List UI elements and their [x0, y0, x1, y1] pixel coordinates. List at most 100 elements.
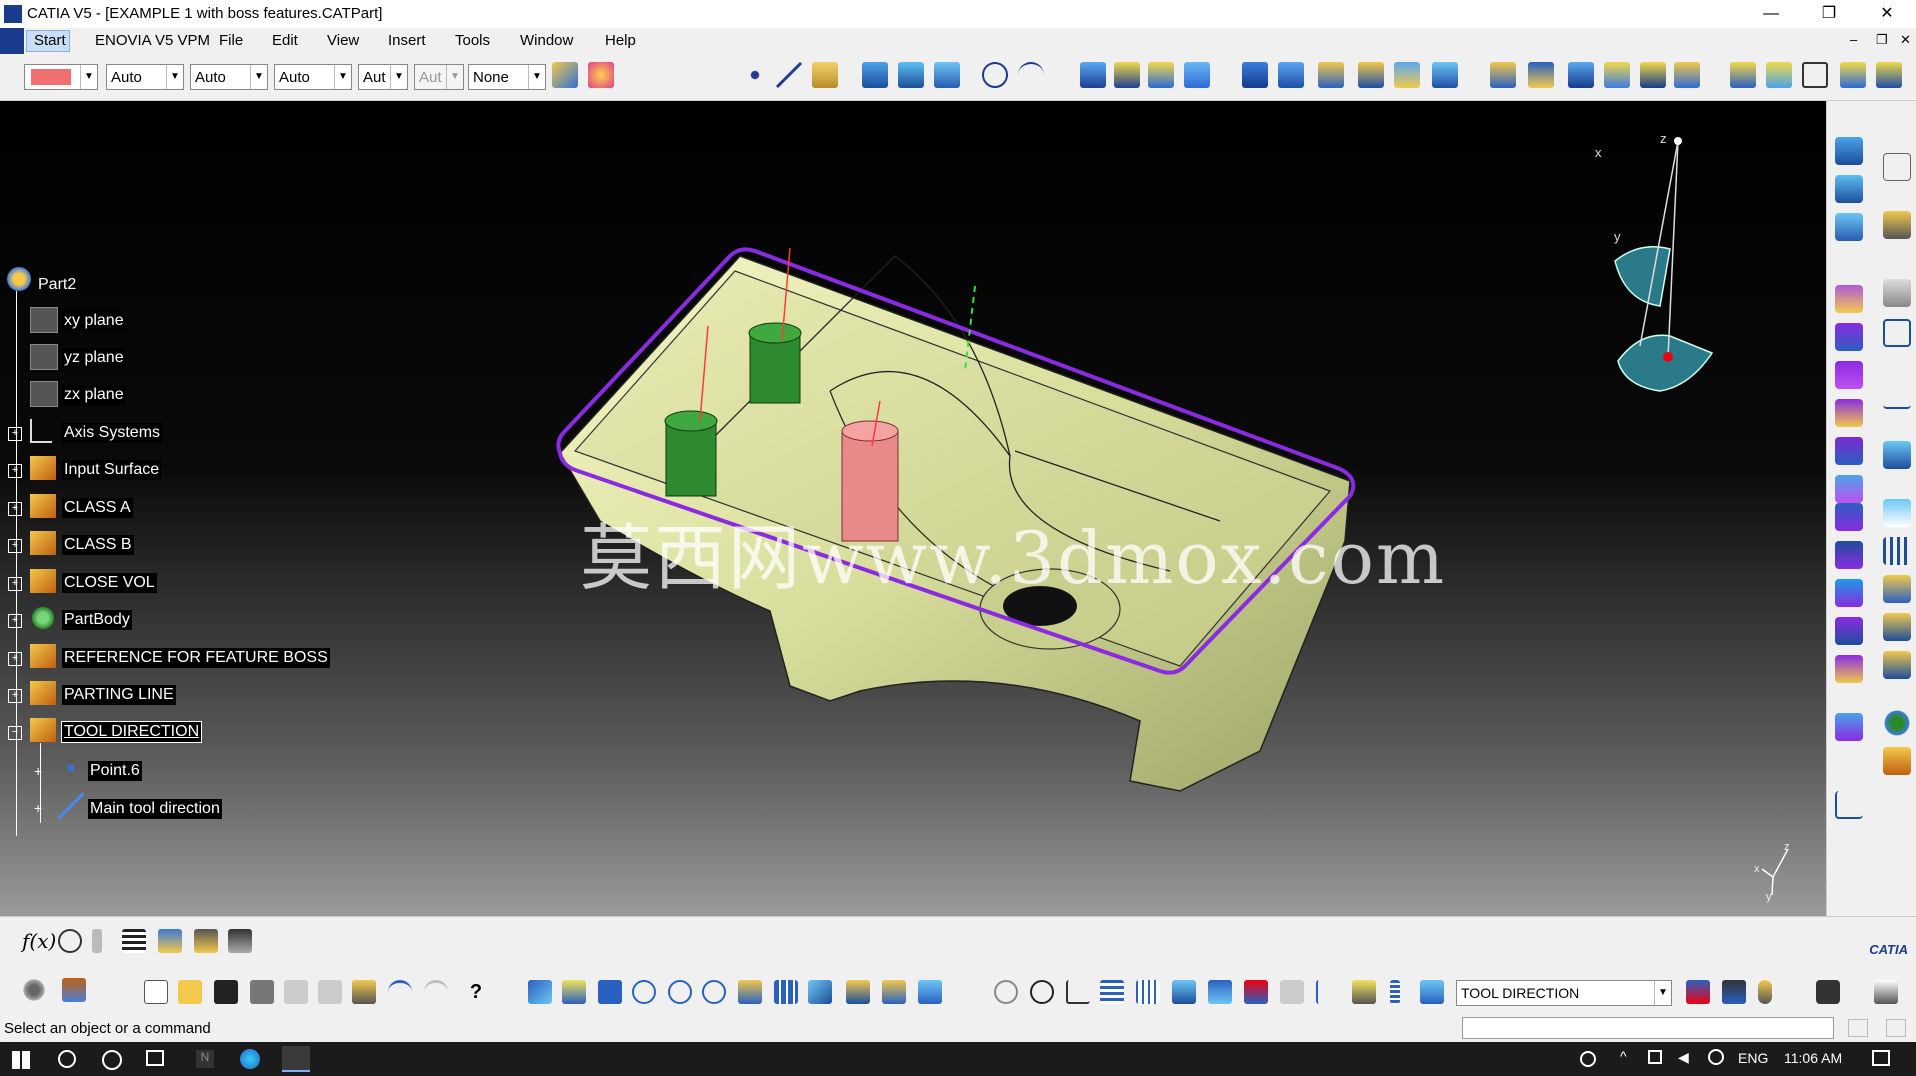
- sketch-icon[interactable]: [1490, 62, 1516, 88]
- scene-icon[interactable]: [1390, 980, 1400, 1004]
- command-input[interactable]: [1462, 1017, 1834, 1039]
- search-icon[interactable]: [1352, 980, 1376, 1004]
- sweep-surface-icon[interactable]: [934, 62, 960, 88]
- expand-partbody[interactable]: +: [8, 614, 22, 628]
- fillet-icon[interactable]: [1835, 655, 1863, 683]
- people-icon[interactable]: [1580, 1051, 1596, 1067]
- solid-combine-icon[interactable]: [1835, 503, 1863, 531]
- none-combo[interactable]: None ▼: [468, 64, 546, 90]
- tools-icon[interactable]: [1883, 211, 1911, 239]
- intersection-icon[interactable]: [1604, 62, 1630, 88]
- boss-green-2[interactable]: [664, 410, 718, 497]
- revolve-surface-icon[interactable]: [898, 62, 924, 88]
- search-icon[interactable]: [58, 1050, 76, 1068]
- shaft-icon[interactable]: [1835, 361, 1863, 389]
- undo-icon[interactable]: [388, 980, 412, 1004]
- volume-icon[interactable]: ◀: [1678, 1049, 1689, 1066]
- pocket-icon[interactable]: [1835, 323, 1863, 351]
- expand-reference-boss[interactable]: +: [8, 652, 22, 666]
- core-cavity-icon[interactable]: [1766, 62, 1792, 88]
- menu-file[interactable]: File: [219, 32, 243, 49]
- table-icon[interactable]: [122, 929, 146, 953]
- circle-icon[interactable]: [982, 62, 1008, 88]
- scaling-icon[interactable]: [1432, 62, 1458, 88]
- expand-close-vol[interactable]: +: [8, 577, 22, 591]
- offset-icon[interactable]: [1640, 62, 1666, 88]
- menu-view[interactable]: View: [327, 32, 359, 49]
- extract-icon[interactable]: [1114, 62, 1140, 88]
- measure-icon[interactable]: [1883, 441, 1911, 469]
- expand-parting-line[interactable]: +: [8, 689, 22, 703]
- boss-green-1[interactable]: [748, 322, 802, 404]
- linetype-combo[interactable]: Auto ▼: [106, 64, 184, 90]
- whats-this-icon[interactable]: ?: [464, 980, 488, 1004]
- new-file-icon[interactable]: [144, 980, 168, 1004]
- doc-minimize-button[interactable]: –: [1850, 32, 1857, 47]
- menu-help[interactable]: Help: [605, 32, 636, 49]
- menu-window[interactable]: Window: [520, 32, 573, 49]
- symmetry-icon[interactable]: [1394, 62, 1420, 88]
- rotate-icon[interactable]: [1358, 62, 1384, 88]
- pad-icon[interactable]: [1835, 285, 1863, 313]
- trim-icon[interactable]: [1278, 62, 1304, 88]
- pan-icon[interactable]: [598, 980, 622, 1004]
- split-icon[interactable]: [1242, 62, 1268, 88]
- paste-icon[interactable]: [352, 980, 376, 1004]
- define-in-work-object-icon[interactable]: [1420, 980, 1444, 1004]
- close-button[interactable]: ✕: [1864, 0, 1910, 28]
- draft-icon[interactable]: [1835, 713, 1863, 741]
- axis-icon[interactable]: [1066, 980, 1090, 1004]
- chevron-up-icon[interactable]: ^: [1620, 1048, 1627, 1064]
- tree-item-class-a[interactable]: CLASS A: [62, 498, 133, 518]
- tree-item-xy-plane[interactable]: xy plane: [62, 311, 126, 331]
- thick-surface-icon[interactable]: [1835, 541, 1863, 569]
- tree-item-tool-direction[interactable]: TOOL DIRECTION: [60, 721, 203, 743]
- zoom-in-icon[interactable]: [668, 980, 692, 1004]
- projection-icon[interactable]: [1568, 62, 1594, 88]
- insert-geometrical-set-icon[interactable]: [1883, 747, 1911, 775]
- multi-view-icon[interactable]: [774, 980, 798, 1004]
- tree-item-class-b[interactable]: CLASS B: [62, 535, 134, 555]
- edge-icon[interactable]: [240, 1049, 260, 1069]
- tree-item-axis-systems[interactable]: Axis Systems: [62, 423, 163, 443]
- expand-input-surface[interactable]: +: [8, 464, 22, 478]
- close-surface-icon[interactable]: [1835, 579, 1863, 607]
- hole-icon[interactable]: [1835, 437, 1863, 465]
- tree-item-zx-plane[interactable]: zx plane: [62, 385, 126, 405]
- apply-material-icon[interactable]: [1883, 709, 1911, 737]
- grid-icon[interactable]: [1883, 279, 1911, 307]
- sew-surface-icon[interactable]: [1835, 617, 1863, 645]
- publication-icon[interactable]: [1883, 651, 1911, 679]
- layer-combo[interactable]: Aut ▼: [358, 64, 408, 90]
- extrude-surface-icon[interactable]: [862, 62, 888, 88]
- pulling-direction-icon[interactable]: [1802, 62, 1828, 88]
- language-indicator[interactable]: ENG: [1738, 1050, 1768, 1066]
- plane-system-icon[interactable]: [1172, 980, 1196, 1004]
- plane-icon[interactable]: [812, 62, 838, 88]
- menu-insert[interactable]: Insert: [388, 32, 426, 49]
- tree-root-label[interactable]: Part2: [36, 275, 78, 295]
- catia-menu-icon[interactable]: [0, 28, 24, 54]
- line-icon[interactable]: [776, 62, 802, 88]
- capture-icon[interactable]: [1816, 980, 1840, 1004]
- rotate-view-icon[interactable]: [632, 980, 656, 1004]
- swap-visible-space-icon[interactable]: [918, 980, 942, 1004]
- command-button[interactable]: [1848, 1019, 1868, 1037]
- parting-icon[interactable]: [1730, 62, 1756, 88]
- command-options-button[interactable]: [1886, 1019, 1906, 1037]
- law-icon[interactable]: [158, 929, 182, 953]
- menu-start[interactable]: Start: [34, 32, 66, 49]
- boundary-icon[interactable]: [1080, 62, 1106, 88]
- point-icon[interactable]: [742, 62, 768, 88]
- properties-icon[interactable]: [588, 62, 614, 88]
- reaction-icon[interactable]: [194, 929, 218, 953]
- analysis-icon[interactable]: [1835, 791, 1863, 819]
- tree-item-close-vol[interactable]: CLOSE VOL: [62, 573, 157, 593]
- color-combo[interactable]: ▼: [24, 64, 98, 90]
- thickness-combo[interactable]: Auto ▼: [190, 64, 268, 90]
- tree-item-point6[interactable]: Point.6: [88, 761, 142, 781]
- measure-between-icon[interactable]: [1686, 980, 1710, 1004]
- join-icon[interactable]: [1148, 62, 1174, 88]
- notifications-icon[interactable]: [1872, 1050, 1890, 1066]
- doc-close-button[interactable]: ✕: [1900, 32, 1911, 48]
